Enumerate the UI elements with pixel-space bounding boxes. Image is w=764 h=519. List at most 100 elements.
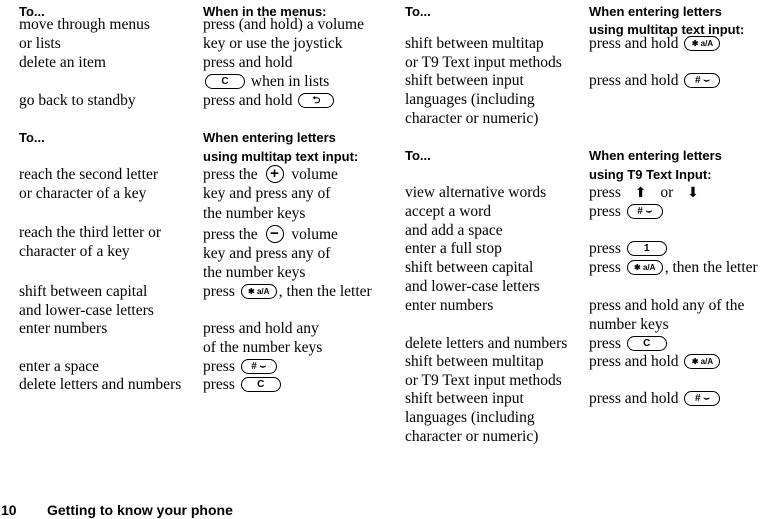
instruction-text: press: [589, 240, 621, 257]
action-text: or lists: [19, 35, 61, 52]
instruction-text: of the number keys: [203, 339, 323, 356]
instruction-text: press the: [203, 226, 258, 243]
instruction-line: press and hold # ⌣: [589, 389, 722, 408]
instruction-text: press and hold: [203, 54, 293, 71]
action-text: shift between input: [405, 390, 524, 407]
col-header-when: using T9 Text Input:: [589, 167, 712, 182]
instruction-line: press the + volume: [203, 165, 338, 184]
instruction-text: the number keys: [203, 264, 306, 281]
section-title: Getting to know your phone: [47, 502, 233, 518]
instruction-text: press: [203, 376, 235, 393]
star-key-icon: ✱ a/A: [626, 259, 663, 275]
instruction-text: volume: [291, 166, 338, 183]
action-text: enter numbers: [19, 320, 108, 337]
star-key-icon: ✱ a/A: [684, 35, 721, 51]
action-text: shift between capital: [19, 283, 148, 300]
hash-key-icon: # ⌣: [684, 390, 721, 406]
col-header-when: When entering letters: [203, 130, 336, 145]
action-text: languages (including: [405, 409, 535, 426]
hash-key-icon: # ⌣: [626, 203, 663, 219]
instruction-line: press ✱ a/A, then the letter: [589, 258, 758, 277]
instruction-text: , then the letter: [664, 259, 758, 276]
action-text: delete letters and numbers: [405, 335, 568, 352]
col-header-to: To...: [19, 130, 45, 145]
action-text: enter a space: [19, 358, 100, 375]
instruction-text: press: [203, 358, 235, 375]
action-text: or T9 Text input methods: [405, 54, 562, 71]
action-text: or T9 Text input methods: [405, 372, 562, 389]
action-text: or character of a key: [19, 185, 147, 202]
back-key-icon: ⮌: [298, 92, 335, 108]
star-key-icon: ✱ a/A: [240, 283, 277, 299]
instruction-text: press and hold: [203, 92, 293, 109]
volume-plus-icon: +: [265, 165, 284, 184]
instruction-text: press the: [203, 166, 258, 183]
instruction-text: press: [589, 335, 621, 352]
col-header-to: To...: [405, 148, 431, 163]
action-text: shift between capital: [405, 259, 534, 276]
action-text: go back to standby: [19, 92, 136, 109]
instruction-text: press and hold: [589, 353, 679, 370]
instruction-text: press and hold: [589, 72, 679, 89]
instruction-line: press C: [203, 375, 283, 394]
action-text: move through menus: [19, 16, 150, 33]
instruction-text: key and press any of: [203, 245, 331, 262]
action-text: delete letters and numbers: [19, 376, 182, 393]
instruction-line: press and hold ✱ a/A: [589, 352, 722, 371]
action-text: and lower-case letters: [19, 302, 154, 319]
instruction-line: press and hold # ⌣: [589, 71, 722, 90]
instruction-line: press ✱ a/A, then the letter: [203, 282, 372, 301]
instruction-text: press: [589, 184, 621, 201]
instruction-text: key or use the joystick: [203, 35, 343, 52]
c-key-icon: C: [205, 73, 245, 89]
instruction-line: press ⬆ or ⬇: [589, 183, 709, 203]
instruction-text: when in lists: [250, 73, 330, 90]
up-arrow-icon: ⬆: [634, 185, 647, 201]
action-text: accept a word: [405, 203, 492, 220]
instruction-text: press: [589, 259, 621, 276]
c-key-icon: C: [626, 335, 667, 351]
instruction-line: C when in lists: [203, 72, 329, 91]
action-text: character of a key: [19, 243, 130, 260]
instruction-text: the number keys: [203, 205, 306, 222]
down-arrow-icon: ⬇: [687, 185, 699, 201]
instruction-text: press and hold any of the: [589, 297, 745, 314]
instruction-text: press and hold: [589, 390, 679, 407]
instruction-text: press: [203, 283, 235, 300]
page-number: 10: [1, 502, 17, 518]
action-text: character or numeric): [405, 428, 539, 445]
action-text: shift between multitap: [405, 353, 544, 370]
action-text: and add a space: [405, 222, 503, 239]
action-text: reach the second letter: [19, 166, 158, 183]
action-text: shift between input: [405, 72, 524, 89]
action-text: shift between multitap: [405, 35, 544, 52]
action-text: view alternative words: [405, 184, 547, 201]
one-key-icon: 1: [626, 240, 667, 256]
action-text: enter a full stop: [405, 240, 502, 257]
col-header-when: When entering letters: [589, 148, 722, 163]
instruction-line: press # ⌣: [203, 357, 279, 376]
instruction-text: key and press any of: [203, 185, 331, 202]
action-text: reach the third letter or: [19, 224, 162, 241]
instruction-text: press and hold any: [203, 320, 319, 337]
hash-key-icon: # ⌣: [684, 72, 721, 88]
action-text: enter numbers: [405, 297, 494, 314]
action-text: character or numeric): [405, 110, 539, 127]
instruction-text: , then the letter: [278, 283, 372, 300]
instruction-line: press C: [589, 334, 669, 353]
col-header-when: using multitap text input:: [203, 149, 359, 164]
action-text: and lower-case letters: [405, 278, 540, 295]
instruction-text: press (and hold) a volume: [203, 16, 364, 33]
c-key-icon: C: [240, 376, 281, 392]
instruction-line: press and hold ⮌: [203, 91, 336, 110]
volume-minus-icon: −: [265, 225, 284, 244]
instruction-line: press and hold ✱ a/A: [589, 34, 722, 53]
instruction-text: or: [660, 184, 674, 201]
star-key-icon: ✱ a/A: [684, 353, 721, 369]
instruction-line: press 1: [589, 239, 669, 258]
instruction-line: press # ⌣: [589, 202, 665, 221]
col-header-when: When entering letters: [589, 4, 722, 19]
col-header-to: To...: [405, 4, 431, 19]
instruction-text: press: [589, 203, 621, 220]
instruction-line: press the − volume: [203, 225, 338, 244]
